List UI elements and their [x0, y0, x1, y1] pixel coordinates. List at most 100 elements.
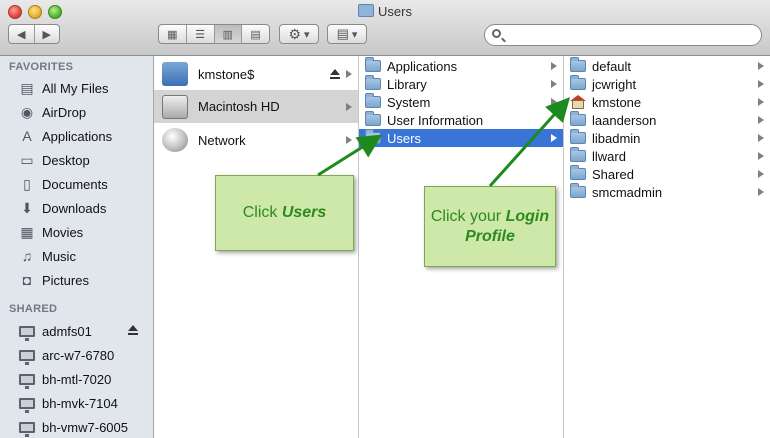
eject-icon[interactable]: [330, 69, 340, 79]
user-folder-shared[interactable]: Shared: [564, 165, 770, 183]
movies-icon: ▦: [20, 223, 34, 240]
chevron-down-icon: ▾: [351, 28, 358, 41]
sidebar-item-documents[interactable]: ▯ Documents: [18, 173, 152, 195]
sidebar-item-all-my-files[interactable]: ▤ All My Files: [18, 77, 152, 99]
folder-row-applications[interactable]: Applications: [359, 57, 563, 75]
folder-label: Users: [387, 130, 421, 146]
sidebar-item-pictures[interactable]: ◘ Pictures: [18, 269, 152, 291]
house-icon: [572, 100, 584, 109]
back-button[interactable]: ◀: [9, 25, 35, 43]
device-macintosh-hd[interactable]: Macintosh HD: [154, 90, 358, 123]
user-folder-default[interactable]: default: [564, 57, 770, 75]
sidebar-shared-bh-mvk-7104[interactable]: bh-mvk-7104: [18, 392, 152, 414]
window-title: Users: [0, 4, 770, 19]
disclosure-arrow-icon: [551, 134, 557, 142]
disclosure-arrow-icon: [346, 136, 352, 144]
callout-click-login-profile: Click your Login Profile: [424, 186, 556, 267]
folder-icon: [365, 111, 381, 126]
user-folder-libadmin[interactable]: libadmin: [564, 129, 770, 147]
eject-icon[interactable]: [128, 325, 138, 335]
cover-flow-button[interactable]: ▤: [242, 25, 269, 43]
user-folder-laanderson[interactable]: laanderson: [564, 111, 770, 129]
arrange-menu-button[interactable]: ▤ ▾: [327, 24, 367, 44]
pictures-icon: ◘: [22, 272, 32, 288]
folder-row-user-information[interactable]: User Information: [359, 111, 563, 129]
folder-icon: [358, 4, 375, 17]
user-folder-jcwright[interactable]: jcwright: [564, 75, 770, 93]
device-network[interactable]: Network: [154, 124, 358, 156]
folder-label: Library: [387, 76, 427, 92]
desktop-icon: ▭: [20, 151, 34, 168]
forward-arrow-icon: ▶: [42, 28, 51, 41]
folder-label: kmstone: [592, 94, 642, 110]
user-folder-llward[interactable]: llward: [564, 147, 770, 165]
home-folder-icon: [570, 95, 586, 109]
downloads-icon: ⬇: [21, 199, 33, 216]
action-menu-button[interactable]: ⚙ ▾: [279, 24, 319, 44]
folder-label: libadmin: [592, 130, 641, 146]
sidebar-item-music[interactable]: ♫ Music: [18, 245, 152, 267]
folder-label: jcwright: [592, 76, 637, 92]
disclosure-arrow-icon: [758, 152, 764, 160]
sidebar-item-desktop[interactable]: ▭ Desktop: [18, 149, 152, 171]
disclosure-arrow-icon: [758, 62, 764, 70]
column-view-icon: ▥: [222, 28, 234, 41]
airdrop-icon: ◉: [20, 103, 34, 120]
sidebar-item-label: Desktop: [42, 152, 90, 168]
folder-icon: [570, 75, 586, 90]
sidebar-shared-admfs01[interactable]: admfs01: [18, 320, 152, 342]
icon-view-icon: ▦: [167, 28, 178, 41]
user-folder-kmstone[interactable]: kmstone: [564, 93, 770, 111]
folder-label: System: [387, 94, 431, 110]
disclosure-arrow-icon: [758, 98, 764, 106]
forward-button[interactable]: ▶: [35, 25, 60, 43]
view-mode-control: ▦ ☰ ▥ ▤: [158, 24, 270, 44]
folder-label: smcmadmin: [592, 184, 663, 200]
sidebar-item-airdrop[interactable]: ◉ AirDrop: [18, 101, 152, 123]
computer-icon: [18, 323, 36, 341]
device-label: Network: [198, 132, 246, 148]
music-icon: ♫: [21, 248, 33, 264]
shared-header: SHARED: [9, 303, 58, 315]
search-field[interactable]: [484, 24, 762, 46]
disclosure-arrow-icon: [758, 116, 764, 124]
disclosure-arrow-icon: [758, 170, 764, 178]
column-view-button[interactable]: ▥: [214, 25, 243, 43]
folder-icon: [570, 129, 586, 144]
back-arrow-icon: ◀: [17, 28, 26, 41]
hard-drive-icon: [162, 94, 188, 119]
folder-label: Applications: [387, 58, 458, 74]
folder-row-system[interactable]: System: [359, 93, 563, 111]
folder-row-library[interactable]: Library: [359, 75, 563, 93]
network-icon: [162, 128, 188, 152]
monitor-icon: [19, 397, 35, 413]
sidebar-item-label: Applications: [42, 128, 113, 144]
computer-icon: [18, 419, 36, 437]
sidebar-item-label: AirDrop: [42, 104, 87, 120]
folder-row-users[interactable]: Users: [359, 129, 563, 147]
computer-icon: [18, 395, 36, 413]
sidebar-shared-bh-vmw7-6005[interactable]: bh-vmw7-6005: [18, 416, 152, 438]
sidebar-item-label: Downloads: [42, 200, 107, 216]
sidebar-shared-bh-mtl-7020[interactable]: bh-mtl-7020: [18, 368, 152, 390]
search-icon: [492, 29, 501, 38]
sidebar-shared-arc-w7-6780[interactable]: arc-w7-6780: [18, 344, 152, 366]
chevron-down-icon: ▾: [304, 28, 310, 41]
icon-view-button[interactable]: ▦: [159, 25, 187, 43]
folder-icon: [365, 129, 381, 144]
sidebar-item-applications[interactable]: A Applications: [18, 125, 152, 147]
user-folder-smcmadmin[interactable]: smcmadmin: [564, 183, 770, 201]
disclosure-arrow-icon: [758, 188, 764, 196]
sidebar-item-label: Movies: [42, 224, 84, 240]
sidebar-item-label: Documents: [42, 176, 108, 192]
device-kmstone-[interactable]: kmstone$: [154, 58, 358, 90]
search-input[interactable]: [507, 27, 751, 45]
list-view-button[interactable]: ☰: [187, 25, 215, 43]
sidebar-item-label: bh-vmw7-6005: [42, 419, 128, 435]
callout-users-prefix: Click: [242, 204, 282, 221]
sidebar-item-downloads[interactable]: ⬇ Downloads: [18, 197, 152, 219]
sidebar-item-movies[interactable]: ▦ Movies: [18, 221, 152, 243]
gear-icon: ⚙: [288, 25, 302, 42]
documents-icon: ▯: [23, 175, 31, 192]
sidebar-item-label: arc-w7-6780: [42, 347, 115, 363]
